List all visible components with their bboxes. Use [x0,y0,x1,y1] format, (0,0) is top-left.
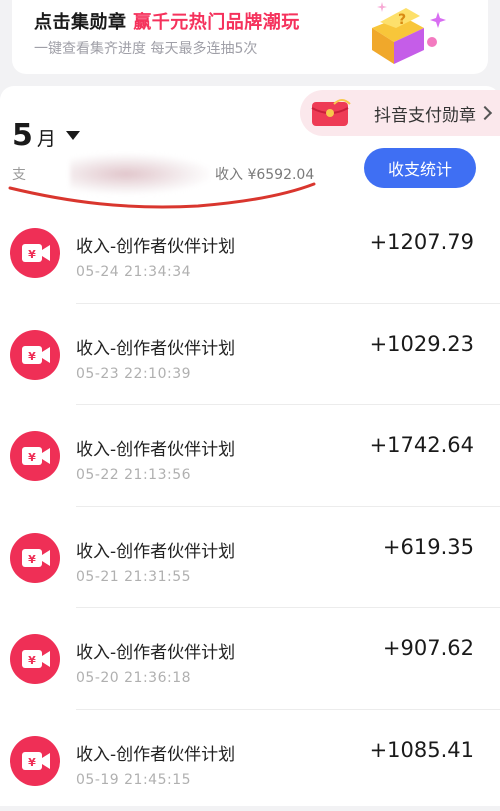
bill-card: 5 月 抖音支付勋章 支 收入 ¥6592.04 收支统计 ¥ 收入-创作者伙伴… [0,86,500,806]
payment-icon: ¥ [10,736,60,786]
transaction-title: 收入-创作者伙伴计划 [76,537,235,562]
transaction-time: 05-23 22:10:39 [76,366,191,382]
transaction-amount: +1029.23 [370,332,474,356]
transaction-time: 05-22 21:13:56 [76,467,191,483]
transaction-title: 收入-创作者伙伴计划 [76,435,235,460]
transaction-time: 05-19 21:45:15 [76,772,191,788]
transaction-time: 05-24 21:34:34 [76,264,191,280]
transaction-time: 05-21 21:31:55 [76,569,191,585]
transaction-amount: +619.35 [383,535,474,559]
banner-title: 点击集勋章 赢千元热门品牌潮玩 [34,8,300,34]
banner-title-prefix: 点击集勋章 [34,12,133,33]
transaction-title: 收入-创作者伙伴计划 [76,638,235,663]
month-number: 5 [12,118,33,153]
payment-icon: ¥ [10,431,60,481]
svg-text:¥: ¥ [28,248,36,261]
svg-text:¥: ¥ [28,350,36,363]
payment-icon: ¥ [10,330,60,380]
transaction-time: 05-20 21:36:18 [76,670,191,686]
pay-medal-badge[interactable]: 抖音支付勋章 [300,90,500,136]
svg-text:¥: ¥ [28,553,36,566]
transaction-amount: +1085.41 [370,738,474,762]
transaction-amount: +907.62 [383,636,474,660]
svg-text:¥: ¥ [28,451,36,464]
transaction-title: 收入-创作者伙伴计划 [76,740,235,765]
transaction-row[interactable]: ¥ 收入-创作者伙伴计划 05-24 21:34:34 +1207.79 [0,202,500,304]
month-selector[interactable]: 5 月 [12,118,80,153]
payment-icon: ¥ [10,634,60,684]
transaction-row[interactable]: ¥ 收入-创作者伙伴计划 05-23 22:10:39 +1029.23 [0,304,500,406]
transaction-row[interactable]: ¥ 收入-创作者伙伴计划 05-20 21:36:18 +907.62 [0,608,500,710]
transaction-row[interactable]: ¥ 收入-创作者伙伴计划 05-22 21:13:56 +1742.64 [0,405,500,507]
payment-icon: ¥ [10,228,60,278]
chevron-right-icon [478,106,492,120]
svg-text:?: ? [398,12,406,28]
transaction-amount: +1742.64 [370,433,474,457]
red-envelope-icon [310,98,352,128]
svg-text:¥: ¥ [28,654,36,667]
banner-title-accent: 赢千元热门品牌潮玩 [133,12,300,33]
pay-badge-label: 抖音支付勋章 [374,101,476,126]
month-unit: 月 [37,124,56,151]
transaction-list: ¥ 收入-创作者伙伴计划 05-24 21:34:34 +1207.79 ¥ 收… [0,202,500,811]
caret-down-icon [66,131,80,140]
banner-subtitle: 一键查看集齐进度 每天最多连抽5次 [34,38,257,58]
stats-button[interactable]: 收支统计 [364,148,476,188]
gift-box-icon[interactable]: ? [362,0,448,64]
transaction-amount: +1207.79 [370,230,474,254]
payment-icon: ¥ [10,533,60,583]
svg-text:¥: ¥ [28,756,36,769]
promo-banner[interactable]: 点击集勋章 赢千元热门品牌潮玩 一键查看集齐进度 每天最多连抽5次 ? [12,0,488,74]
transaction-row[interactable]: ¥ 收入-创作者伙伴计划 05-21 21:31:55 +619.35 [0,507,500,609]
transaction-title: 收入-创作者伙伴计划 [76,232,235,257]
transaction-row[interactable]: ¥ 收入-创作者伙伴计划 05-19 21:45:15 +1085.41 [0,710,500,811]
transaction-title: 收入-创作者伙伴计划 [76,334,235,359]
